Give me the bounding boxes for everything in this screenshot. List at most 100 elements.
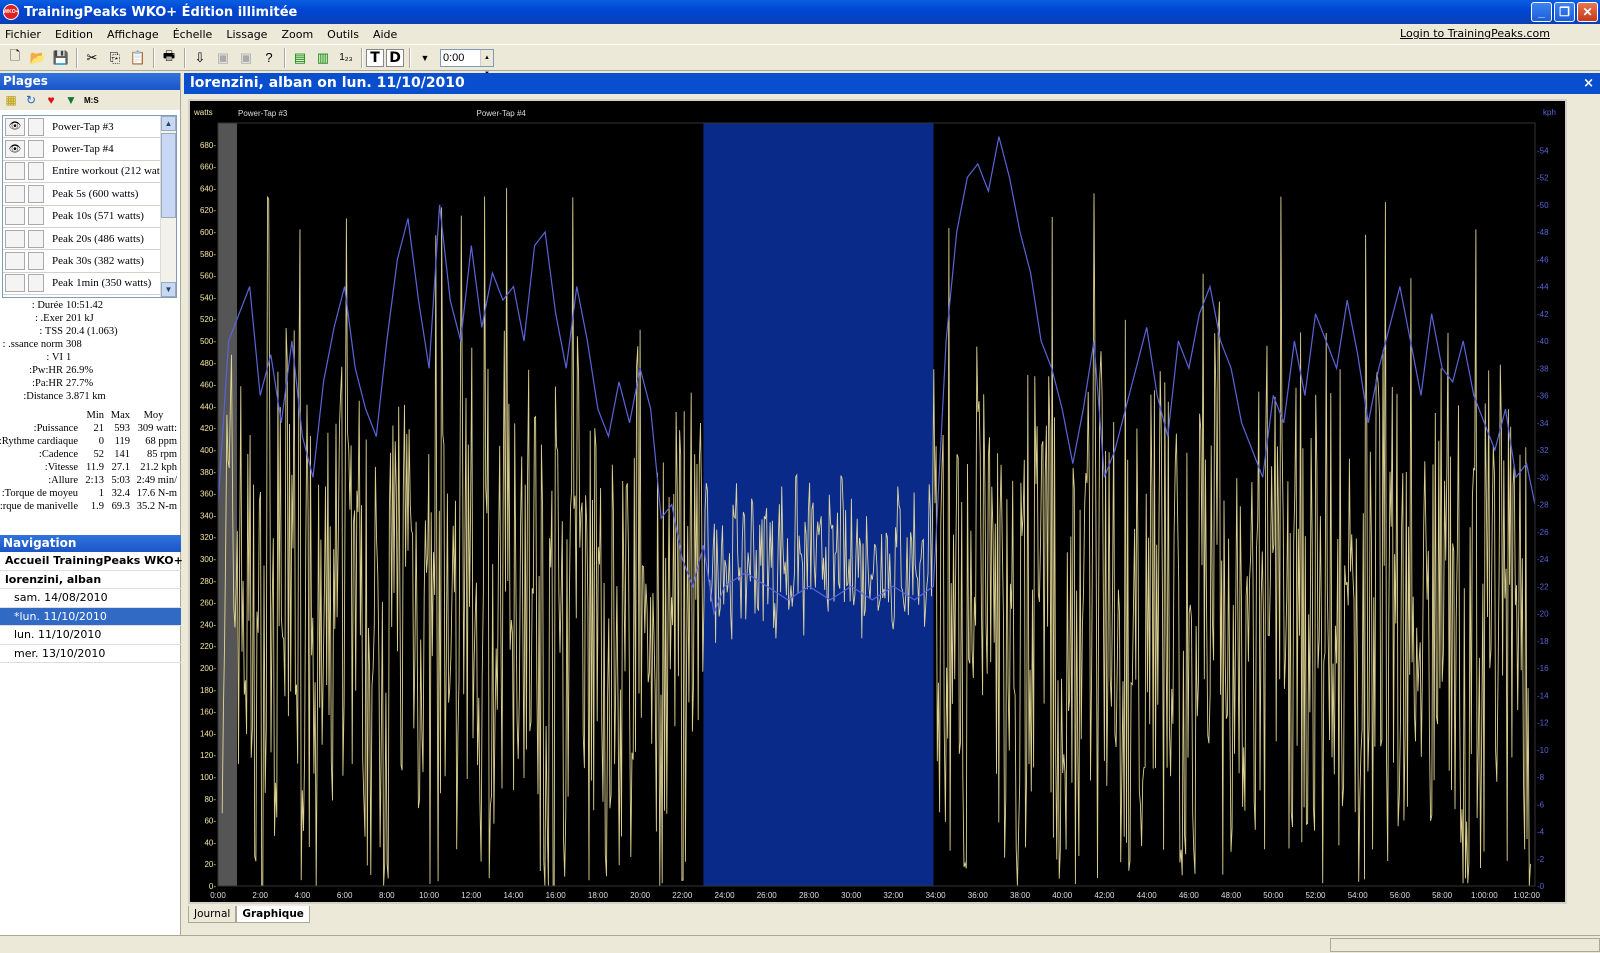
right-tick-label: -52 <box>1537 174 1549 183</box>
open-folder-icon[interactable]: 📂 <box>27 47 49 69</box>
close-window-button[interactable]: ✕ <box>1577 2 1598 22</box>
paste-icon[interactable]: 📋 <box>127 47 149 69</box>
numbers-view-icon[interactable]: 1₂₃ <box>335 47 357 69</box>
eye-icon[interactable]: 👁 <box>5 117 25 136</box>
menu-aide[interactable]: Aide <box>366 28 404 41</box>
menu-affichage[interactable]: Affichage <box>100 28 166 41</box>
help-icon[interactable]: ? <box>258 47 280 69</box>
range-checkbox[interactable] <box>28 162 44 181</box>
nav-athlete[interactable]: lorenzini, alban <box>0 571 181 589</box>
visibility-toggle[interactable] <box>5 207 25 226</box>
menu-fichier[interactable]: Fichier <box>0 28 48 41</box>
left-tick-label: 40- <box>204 838 216 847</box>
chart-view-icon[interactable]: ▥ <box>312 47 334 69</box>
print-icon[interactable]: 🖶 <box>158 47 180 69</box>
x-tick-label: 54:00 <box>1348 891 1369 900</box>
tab-journal[interactable]: Journal <box>188 906 237 923</box>
range-label: Entire workout (212 watt <box>52 165 163 178</box>
time-axis-button[interactable]: T <box>366 48 384 67</box>
tab-graphique[interactable]: Graphique <box>236 906 310 923</box>
nav-workout-item[interactable]: lun. 11/10/2010 <box>0 626 181 645</box>
nav-home[interactable]: Accueil TrainingPeaks WKO+ <box>0 552 183 571</box>
range-checkbox[interactable] <box>28 252 44 271</box>
restore-button[interactable]: ❐ <box>1554 2 1575 22</box>
left-tick-label: 80- <box>204 795 216 804</box>
minimize-button[interactable]: _ <box>1531 2 1552 22</box>
left-tick-label: 560- <box>200 272 216 281</box>
range-checkbox[interactable] <box>28 207 44 226</box>
range-checkbox[interactable] <box>28 184 44 203</box>
menu-zoom[interactable]: Zoom <box>274 28 320 41</box>
left-tick-label: 180- <box>200 686 216 695</box>
range-row[interactable]: Peak 1min (350 watts) <box>3 273 176 296</box>
disabled-tool-icon[interactable]: ▣ <box>212 47 234 69</box>
menu-lissage[interactable]: Lissage <box>219 28 274 41</box>
stat-row: TSS :20.4 (1.063) <box>39 326 118 337</box>
scroll-up-icon[interactable]: ▲ <box>161 116 176 131</box>
scroll-down-icon[interactable]: ▼ <box>161 282 176 297</box>
dropdown-arrow-icon[interactable]: ▼ <box>414 47 436 69</box>
filter-icon[interactable]: ▼ <box>64 93 78 107</box>
left-tick-label: 600- <box>200 228 216 237</box>
range-row[interactable]: Peak 10s (571 watts) <box>3 206 176 228</box>
time-spinner[interactable]: ▲▼ <box>480 49 493 77</box>
distance-axis-button[interactable]: D <box>386 48 404 67</box>
disabled-tool-icon[interactable]: ▣ <box>235 47 257 69</box>
right-tick-label: -18 <box>1537 637 1549 646</box>
graph-view-icon[interactable]: ▤ <box>289 47 311 69</box>
range-checkbox[interactable] <box>28 140 44 159</box>
menu-echelle[interactable]: Échelle <box>166 28 220 41</box>
nav-workout-item[interactable]: sam. 14/08/2010 <box>0 589 181 608</box>
new-file-icon[interactable]: 🗋 <box>4 47 26 69</box>
visibility-toggle[interactable] <box>5 252 25 271</box>
range-row[interactable]: 👁 Power-Tap #3 <box>3 116 176 139</box>
visibility-toggle[interactable] <box>5 274 25 293</box>
nav-workout-item-selected[interactable]: *lun. 11/10/2010 <box>0 607 181 626</box>
scroll-thumb[interactable] <box>161 133 176 218</box>
cut-icon[interactable]: ✂ <box>81 47 103 69</box>
copy-icon[interactable]: ⎘ <box>104 47 126 69</box>
range-row[interactable]: Peak 20s (486 watts) <box>3 228 176 251</box>
right-tick-label: -30 <box>1537 473 1549 482</box>
workout-chart[interactable]: watts kph Power-Tap #3 Power-Tap #4 0- 20- 40-… <box>188 99 1567 904</box>
download-device-icon[interactable]: ⇩ <box>189 47 211 69</box>
stat-row: Distance: 3.871 km <box>23 391 106 402</box>
left-tick-label: 120- <box>200 751 216 760</box>
right-tick-label: -6 <box>1537 800 1545 809</box>
ranges-scrollbar[interactable]: ▲ ▼ <box>160 116 176 297</box>
close-document-icon[interactable]: × <box>1583 73 1594 94</box>
range-checkbox[interactable] <box>28 229 44 248</box>
left-tick-label: 240- <box>200 620 216 629</box>
save-icon[interactable]: 💾 <box>50 47 72 69</box>
minmax-row: Vitesse: 11.9 27.1 21.2 kph <box>44 462 177 473</box>
range-label: Peak 10s (571 watts) <box>52 210 144 223</box>
range-row[interactable]: Entire workout (212 watt <box>3 161 176 184</box>
eye-icon[interactable]: 👁 <box>5 140 25 159</box>
range-row[interactable]: Peak 30s (382 watts) <box>3 250 176 273</box>
left-tick-label: 140- <box>200 729 216 738</box>
left-tick-label: 260- <box>200 599 216 608</box>
menu-bar: Fichier Edition Affichage Échelle Lissag… <box>0 24 1600 44</box>
heart-icon[interactable]: ♥ <box>44 93 58 107</box>
menu-edition[interactable]: Edition <box>48 28 100 41</box>
range-row[interactable]: 👁 Power-Tap #4 <box>3 138 176 161</box>
nav-workout-item[interactable]: mer. 13/10/2010 <box>0 645 181 663</box>
left-tick-label: 300- <box>200 555 216 564</box>
login-link[interactable]: Login to TrainingPeaks.com <box>1400 27 1550 40</box>
ms-label[interactable]: M:S <box>84 93 99 107</box>
pre-range-strip <box>218 123 237 886</box>
folder-chart-icon[interactable]: ▦ <box>4 93 18 107</box>
range-checkbox[interactable] <box>28 274 44 293</box>
time-field[interactable]: 0:00 ▲▼ <box>440 48 494 77</box>
visibility-toggle[interactable] <box>5 184 25 203</box>
range-row[interactable]: Peak 5s (600 watts) <box>3 183 176 206</box>
x-tick-label: 50:00 <box>1263 891 1284 900</box>
range-marker-label: Power-Tap #3 <box>238 109 288 118</box>
visibility-toggle[interactable] <box>5 229 25 248</box>
visibility-toggle[interactable] <box>5 162 25 181</box>
ranges-list[interactable]: 👁 Power-Tap #3 👁 Power-Tap #4 Entire worko… <box>2 115 177 298</box>
chart-svg[interactable]: watts kph Power-Tap #3 Power-Tap #4 0- 20- 40-… <box>190 101 1565 902</box>
refresh-icon[interactable]: ↻ <box>24 93 38 107</box>
range-checkbox[interactable] <box>28 117 44 136</box>
menu-outils[interactable]: Outils <box>320 28 366 41</box>
